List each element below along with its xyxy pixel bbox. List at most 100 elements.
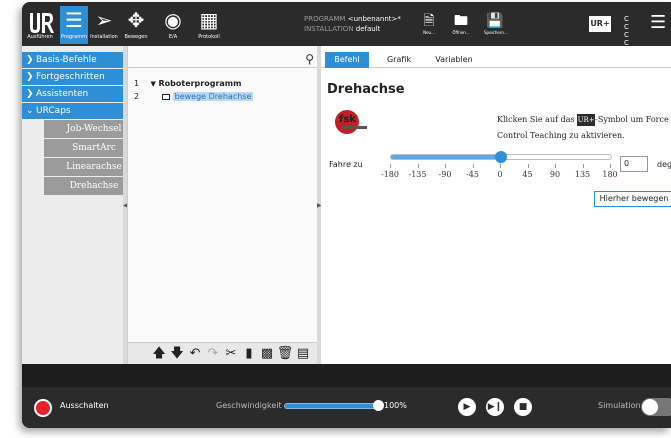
expand-triangle-icon[interactable]: ▼ <box>151 80 156 88</box>
suppress-icon[interactable]: ▤ <box>294 346 312 362</box>
tab-befehl[interactable]: Befehl <box>325 52 369 68</box>
io-icon: ◉ <box>164 8 182 32</box>
angle-ticks: -180 -135 -90 -45 0 45 90 135 180 <box>381 164 618 182</box>
chevron-right-icon: ❯ <box>26 89 34 99</box>
app-window: . Ausführen ☰ Programm ➢ Installation ✥ … <box>22 2 671 428</box>
angle-tick-label: -90 <box>438 170 452 179</box>
cut-icon[interactable]: ✂ <box>222 346 240 362</box>
open-folder-icon: 🖿 <box>454 13 468 29</box>
command-panel: Befehl Grafik Variablen Drehachse fsk Kl… <box>321 46 671 364</box>
simulation-toggle[interactable] <box>641 398 671 416</box>
speed-label: Geschwindigkeit <box>216 401 282 410</box>
copy-icon[interactable]: ▮ <box>240 346 258 362</box>
angle-tick-label: -45 <box>466 170 479 179</box>
top-bar: . Ausführen ☰ Programm ➢ Installation ✥ … <box>22 2 671 47</box>
urplus-icon: UR+ <box>590 19 610 28</box>
angle-slider-knob[interactable] <box>495 151 507 163</box>
save-label: Speichern... <box>484 30 508 35</box>
chevron-right-icon: ❯ <box>26 72 34 82</box>
program-icon: ☰ <box>65 8 83 32</box>
move-here-button[interactable]: Hierher bewegen <box>594 191 671 207</box>
log-tab[interactable]: ▦ Protokoll <box>195 6 223 44</box>
run-tab[interactable]: . Ausführen <box>24 6 56 44</box>
installation-icon: ➢ <box>95 8 113 32</box>
line-number: 1 <box>134 79 140 88</box>
redo-icon[interactable]: ↷ <box>204 346 222 362</box>
installation-tab[interactable]: ➢ Installation <box>90 6 118 44</box>
sidebar-item-label: URCaps <box>36 106 71 116</box>
tree-node-label: bewege Drehachse <box>172 92 254 101</box>
move-icon: ✥ <box>127 8 145 32</box>
panel-tabs: Befehl Grafik Variablen <box>321 52 671 68</box>
move-down-icon[interactable]: 🡇 <box>168 346 186 362</box>
fsk-logo: fsk <box>335 110 367 134</box>
angle-unit: deg <box>657 160 671 169</box>
sidebar-item-label: Fortgeschritten <box>36 72 105 82</box>
angle-tick <box>610 164 611 168</box>
program-tab-label: Programm <box>61 34 87 40</box>
speed-value: 100% <box>384 401 407 410</box>
tree-search-bar[interactable]: ⚲ <box>128 52 318 68</box>
new-file-icon: 🗎 <box>423 13 435 29</box>
angle-tick <box>555 164 556 168</box>
power-off-label[interactable]: Ausschalten <box>60 401 109 410</box>
angle-tick <box>472 164 474 168</box>
move-up-icon[interactable]: 🡅 <box>150 346 168 362</box>
search-icon[interactable]: ⚲ <box>305 52 314 66</box>
sidebar-item-label: Assistenten <box>36 89 89 99</box>
move-tab[interactable]: ✥ Bewegen <box>122 6 150 44</box>
cc-icon[interactable]: C C C C <box>624 15 640 47</box>
new-file-label: Neu... <box>423 30 435 35</box>
undo-icon[interactable]: ↶ <box>186 346 204 362</box>
angle-tick <box>417 164 419 168</box>
urplus-icon: UR+ <box>577 114 596 126</box>
tree-node-label: Roboterprogramm <box>158 79 242 88</box>
speed-slider[interactable] <box>284 400 384 411</box>
installation-label: INSTALLATION <box>304 25 354 33</box>
paste-icon[interactable]: ▩ <box>258 346 276 362</box>
io-tab-label: E/A <box>168 34 178 40</box>
tree-row[interactable]: 1 ▼ Roboterprogramm <box>134 79 241 88</box>
new-file-button[interactable]: 🗎 Neu... <box>418 12 440 36</box>
node-dash-icon <box>162 93 171 100</box>
step-icon[interactable]: ▶❙ <box>486 398 504 416</box>
angle-slider[interactable] <box>390 151 612 163</box>
move-tab-label: Bewegen <box>124 34 148 40</box>
installation-tab-label: Installation <box>90 34 118 40</box>
program-label: PROGRAMM <box>304 15 346 23</box>
tree-row-selected[interactable]: 2 bewege Drehachse <box>134 92 254 101</box>
open-label: Öffnen... <box>452 30 470 35</box>
stop-icon[interactable]: ■ <box>514 398 532 416</box>
angle-tick <box>445 164 446 168</box>
open-button[interactable]: 🖿 Öffnen... <box>450 12 472 36</box>
angle-slider-fill <box>391 155 501 159</box>
angle-tick-label: 135 <box>574 170 591 179</box>
chevron-right-icon: ❯ <box>26 55 34 65</box>
hamburger-menu-icon[interactable]: ☰ <box>650 13 666 33</box>
program-tab[interactable]: ☰ Programm <box>60 6 88 44</box>
angle-tick <box>582 164 584 168</box>
angle-tick-label: 180 <box>602 170 618 179</box>
speed-slider-knob[interactable] <box>373 400 384 411</box>
tree-toolbar: 🡅 🡇 ↶ ↷ ✂ ▮ ▩ 🗑 ▤ <box>128 342 318 364</box>
delete-icon[interactable]: 🗑 <box>276 346 294 362</box>
hint-text: Klicken Sie auf das UR+-Symbol um Force … <box>497 112 671 144</box>
installation-name: default <box>355 25 381 33</box>
bottom-bar: Ausschalten Geschwindigkeit 100% ▶ ▶❙ ■ … <box>22 387 671 428</box>
move-to-label: Fahre zu <box>329 160 363 169</box>
save-button[interactable]: 💾 Speichern... <box>484 12 508 36</box>
toggle-knob <box>642 399 658 415</box>
program-tree: ⚲ 1 ▼ Roboterprogramm 2 bewege Drehachse… <box>127 46 318 364</box>
io-tab[interactable]: ◉ E/A <box>159 6 187 44</box>
power-icon[interactable] <box>34 399 52 417</box>
svg-text:fsk: fsk <box>339 114 356 125</box>
angle-input[interactable]: 0 <box>620 156 648 172</box>
tab-variablen[interactable]: Variablen <box>429 52 479 68</box>
program-info: PROGRAMM <unbenannt>* INSTALLATION defau… <box>304 14 401 34</box>
play-icon[interactable]: ▶ <box>458 398 476 416</box>
angle-tick-label: 0 <box>497 170 503 179</box>
urplus-button[interactable]: UR+ <box>589 16 611 32</box>
angle-tick <box>500 164 501 168</box>
tab-grafik[interactable]: Grafik <box>379 52 419 68</box>
log-icon: ▦ <box>199 8 219 32</box>
